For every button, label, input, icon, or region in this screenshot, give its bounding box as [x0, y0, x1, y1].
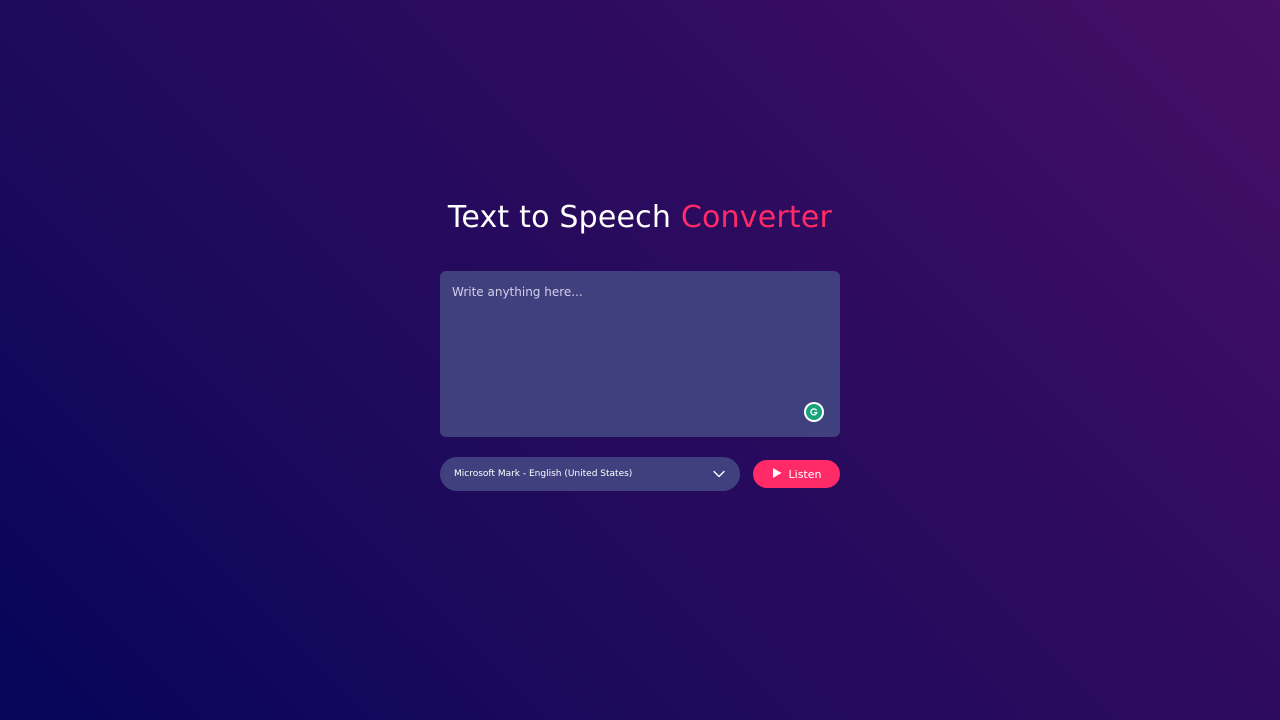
listen-button-label: Listen [788, 467, 822, 481]
grammarly-icon[interactable] [804, 402, 824, 422]
title-accent: Converter [680, 200, 833, 235]
title-main: Text to Speech [447, 200, 681, 235]
page-title: Text to Speech Converter [0, 198, 1280, 238]
play-icon [772, 467, 782, 482]
text-input-container [440, 271, 840, 437]
voice-select-value: Microsoft Mark - English (United States) [454, 469, 633, 479]
voice-select[interactable]: Microsoft Mark - English (United States) [440, 457, 740, 491]
listen-button[interactable]: Listen [753, 460, 840, 488]
controls-row: Microsoft Mark - English (United States)… [440, 457, 840, 491]
speech-text-input[interactable] [440, 271, 840, 437]
chevron-down-icon [712, 467, 726, 481]
